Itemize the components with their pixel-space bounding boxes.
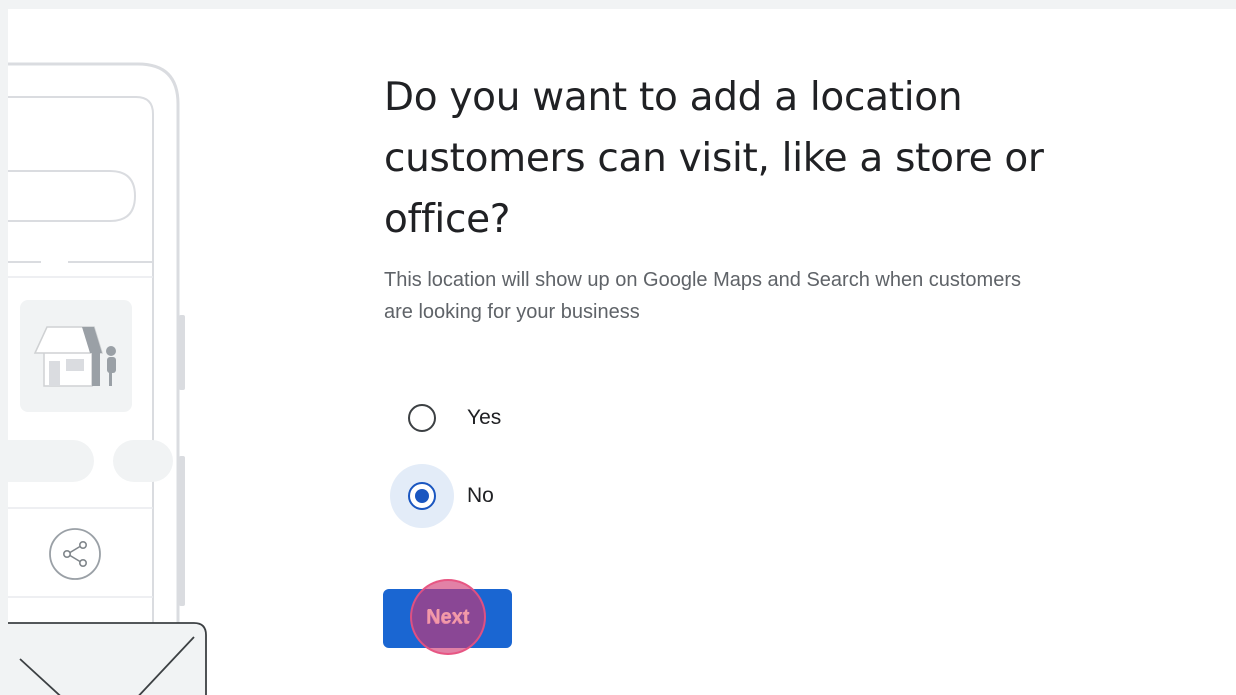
phone-listing-illustration	[8, 62, 207, 695]
envelope-icon	[8, 622, 207, 695]
option-no[interactable]: No	[390, 464, 494, 528]
storefront-icon	[20, 300, 132, 412]
option-yes[interactable]: Yes	[390, 386, 501, 450]
question-heading: Do you want to add a location customers …	[384, 75, 1044, 242]
option-yes-label: Yes	[467, 406, 502, 429]
page-content: Do you want to add a location customers …	[8, 9, 1236, 695]
radio-no-wrapper[interactable]	[390, 464, 454, 528]
radio-yes-wrapper[interactable]	[390, 386, 454, 450]
radio-no[interactable]	[408, 482, 436, 510]
option-no-label: No	[467, 484, 494, 507]
question-description: This location will show up on Google Map…	[384, 269, 1021, 323]
next-button[interactable]: Next	[383, 589, 512, 648]
radio-yes[interactable]	[408, 404, 436, 432]
share-icon	[49, 528, 101, 580]
